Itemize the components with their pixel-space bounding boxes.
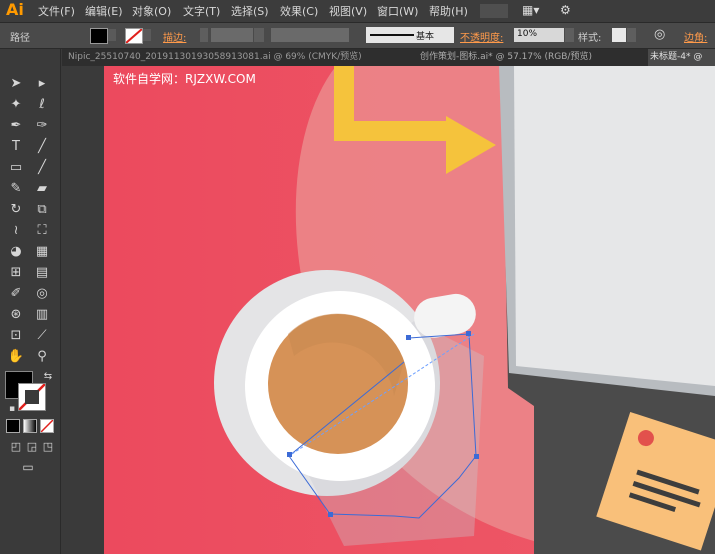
- selection-type-label: 路径: [10, 33, 30, 44]
- paintbrush-tool-icon[interactable]: ╱: [32, 158, 52, 178]
- document-tab-bar: Nipic_25510740_20191130193058913081.ai @…: [62, 49, 715, 66]
- scale-tool-icon[interactable]: ⧉: [32, 200, 52, 220]
- no-stroke-icon: [126, 29, 142, 43]
- screen-mode-icon[interactable]: ▭: [18, 457, 38, 477]
- gradient-mode-button[interactable]: [23, 419, 37, 433]
- lasso-tool-icon[interactable]: ℓ: [32, 95, 52, 115]
- color-mode-button[interactable]: [6, 419, 20, 433]
- opacity-value: 10%: [517, 29, 538, 39]
- draw-inside-icon[interactable]: ◳: [38, 437, 58, 457]
- stroke-dropdown[interactable]: [143, 29, 151, 41]
- brush-stroke-preview: [370, 34, 414, 36]
- tab-document-2[interactable]: 创作策划-图标.ai* @ 57.17% (RGB/预览): [420, 49, 642, 66]
- anchor-point[interactable]: [466, 331, 471, 336]
- column-graph-tool-icon[interactable]: ▥: [32, 305, 52, 325]
- rotate-tool-icon[interactable]: ↻: [6, 200, 26, 220]
- opacity-field[interactable]: 10%: [514, 28, 564, 42]
- arrange-documents-icon[interactable]: ▦▾: [522, 3, 544, 19]
- book-page: [514, 66, 715, 386]
- anchor-point[interactable]: [406, 335, 411, 340]
- none-mode-button[interactable]: [40, 419, 54, 433]
- opacity-dropdown[interactable]: [565, 28, 574, 42]
- menu-select[interactable]: 选择(S): [231, 3, 269, 19]
- artboard-canvas[interactable]: [104, 66, 715, 554]
- control-bar: 路径 描边: 基本 不透明度: 10% 样式: ◎ 边角:: [0, 23, 715, 49]
- menu-view[interactable]: 视图(V): [329, 3, 367, 19]
- slice-tool-icon[interactable]: ⟋: [32, 326, 52, 346]
- bridge-button[interactable]: [480, 4, 508, 18]
- stroke-weight-stepper[interactable]: [200, 28, 208, 42]
- tab-document-3-active[interactable]: 未标题-4* @: [648, 49, 715, 66]
- pen-tool-icon[interactable]: ✒: [6, 116, 26, 136]
- swap-colors-icon[interactable]: ⇆: [38, 367, 58, 387]
- corner-label[interactable]: 边角:: [684, 29, 707, 44]
- mesh-tool-icon[interactable]: ⊞: [6, 263, 26, 283]
- menu-bar: Ai 文件(F) 编辑(E) 对象(O) 文字(T) 选择(S) 效果(C) 视…: [0, 0, 715, 23]
- fill-dropdown[interactable]: [108, 29, 116, 41]
- graphic-style-swatch[interactable]: [612, 28, 626, 42]
- no-stroke-icon: [19, 384, 45, 410]
- anchor-point[interactable]: [287, 452, 292, 457]
- free-transform-tool-icon[interactable]: ⛶: [32, 221, 52, 241]
- artwork: [104, 66, 715, 554]
- anchor-point[interactable]: [474, 454, 479, 459]
- brush-style-label: 基本: [416, 32, 435, 42]
- menu-window[interactable]: 窗口(W): [377, 3, 418, 19]
- brush-definition[interactable]: 基本: [366, 27, 454, 43]
- curvature-tool-icon[interactable]: ✑: [32, 116, 52, 136]
- watermark: 软件自学网：RJZXW.COM: [113, 72, 256, 86]
- stroke-color-box[interactable]: [18, 383, 46, 411]
- menu-object[interactable]: 对象(O): [132, 3, 171, 19]
- symbol-sprayer-tool-icon[interactable]: ⊛: [6, 305, 26, 325]
- menu-edit[interactable]: 编辑(E): [85, 3, 123, 19]
- sync-icon[interactable]: ⚙: [560, 3, 578, 19]
- anchor-point[interactable]: [328, 512, 333, 517]
- variable-width-profile[interactable]: [271, 28, 349, 42]
- direct-selection-tool-icon[interactable]: ▸: [32, 74, 52, 94]
- opacity-label[interactable]: 不透明度:: [460, 29, 503, 44]
- rectangle-tool-icon[interactable]: ▭: [6, 158, 26, 178]
- graphic-style-dropdown[interactable]: [627, 28, 636, 42]
- magic-wand-tool-icon[interactable]: ✦: [6, 95, 26, 115]
- pencil-tool-icon[interactable]: ✎: [6, 179, 26, 199]
- width-tool-icon[interactable]: ≀: [6, 221, 26, 241]
- line-segment-tool-icon[interactable]: ╱: [32, 137, 52, 157]
- perspective-grid-tool-icon[interactable]: ▦: [32, 242, 52, 262]
- stroke-swatch[interactable]: [125, 28, 143, 44]
- menu-effect[interactable]: 效果(C): [280, 3, 318, 19]
- app-logo: Ai: [6, 0, 24, 19]
- type-tool-icon[interactable]: T: [6, 137, 26, 157]
- menu-type[interactable]: 文字(T): [183, 3, 220, 19]
- stroke-weight-dropdown[interactable]: [254, 28, 264, 42]
- stroke-label[interactable]: 描边:: [163, 29, 186, 44]
- style-label: 样式:: [578, 33, 602, 44]
- default-colors-icon[interactable]: ▪: [2, 399, 22, 419]
- zoom-tool-icon[interactable]: ⚲: [32, 347, 52, 367]
- none-icon: [41, 420, 53, 432]
- menu-help[interactable]: 帮助(H): [429, 3, 468, 19]
- eyedropper-tool-icon[interactable]: ✐: [6, 284, 26, 304]
- stroke-weight-field[interactable]: [211, 28, 253, 42]
- fill-swatch[interactable]: [90, 28, 108, 44]
- menu-file[interactable]: 文件(F): [38, 3, 75, 19]
- artboard-tool-icon[interactable]: ⊡: [6, 326, 26, 346]
- tab-document-1[interactable]: Nipic_25510740_20191130193058913081.ai @…: [68, 49, 398, 66]
- recolor-artwork-icon[interactable]: ◎: [654, 27, 670, 43]
- hand-tool-icon[interactable]: ✋: [6, 347, 26, 367]
- selection-tool-icon[interactable]: ➤: [6, 74, 26, 94]
- eraser-tool-icon[interactable]: ▰: [32, 179, 52, 199]
- blend-tool-icon[interactable]: ◎: [32, 284, 52, 304]
- shape-builder-tool-icon[interactable]: ◕: [6, 242, 26, 262]
- gradient-tool-icon[interactable]: ▤: [32, 263, 52, 283]
- tools-panel: ➤ ▸ ✦ ℓ ✒ ✑ T ╱ ▭ ╱ ✎ ▰ ↻ ⧉ ≀ ⛶ ◕ ▦ ⊞ ▤ …: [0, 49, 61, 554]
